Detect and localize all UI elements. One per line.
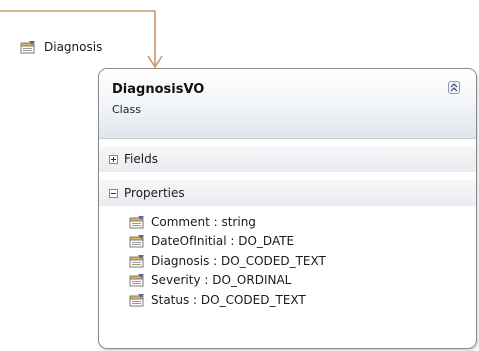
property-text: DateOfInitial : DO_DATE xyxy=(151,234,295,249)
association-name: Diagnosis xyxy=(44,40,103,54)
collapse-button[interactable] xyxy=(448,81,460,94)
property-text: Comment : string xyxy=(151,214,256,229)
property-item[interactable]: Severity : DO_ORDINAL xyxy=(99,271,476,291)
property-text: Status : DO_CODED_TEXT xyxy=(151,292,306,307)
property-icon xyxy=(129,234,145,248)
properties-label: Properties xyxy=(124,186,185,200)
property-icon xyxy=(129,215,145,229)
properties-compartment-header[interactable]: Properties xyxy=(99,180,476,206)
property-icon xyxy=(129,293,145,307)
properties-list: Comment : string DateOfInitial : DO_DATE… xyxy=(99,212,476,310)
class-shape[interactable]: DiagnosisVO Class Fields Properties Comm… xyxy=(98,68,477,349)
fields-compartment-header[interactable]: Fields xyxy=(99,146,476,172)
property-item[interactable]: Diagnosis : DO_CODED_TEXT xyxy=(99,251,476,271)
chevron-up-icon xyxy=(450,83,458,92)
minus-icon[interactable] xyxy=(109,188,118,198)
property-icon xyxy=(129,273,145,287)
plus-icon[interactable] xyxy=(109,154,118,164)
property-item[interactable]: Comment : string xyxy=(99,212,476,232)
property-item[interactable]: DateOfInitial : DO_DATE xyxy=(99,232,476,252)
fields-label: Fields xyxy=(124,152,158,166)
property-icon xyxy=(129,254,145,268)
class-stereotype: Class xyxy=(112,103,141,116)
association-label[interactable]: Diagnosis xyxy=(20,37,102,57)
property-text: Diagnosis : DO_CODED_TEXT xyxy=(151,253,326,268)
class-header: DiagnosisVO Class xyxy=(99,69,476,139)
property-text: Severity : DO_ORDINAL xyxy=(151,273,292,288)
property-icon xyxy=(20,40,36,54)
class-name: DiagnosisVO xyxy=(112,82,205,97)
property-item[interactable]: Status : DO_CODED_TEXT xyxy=(99,290,476,310)
